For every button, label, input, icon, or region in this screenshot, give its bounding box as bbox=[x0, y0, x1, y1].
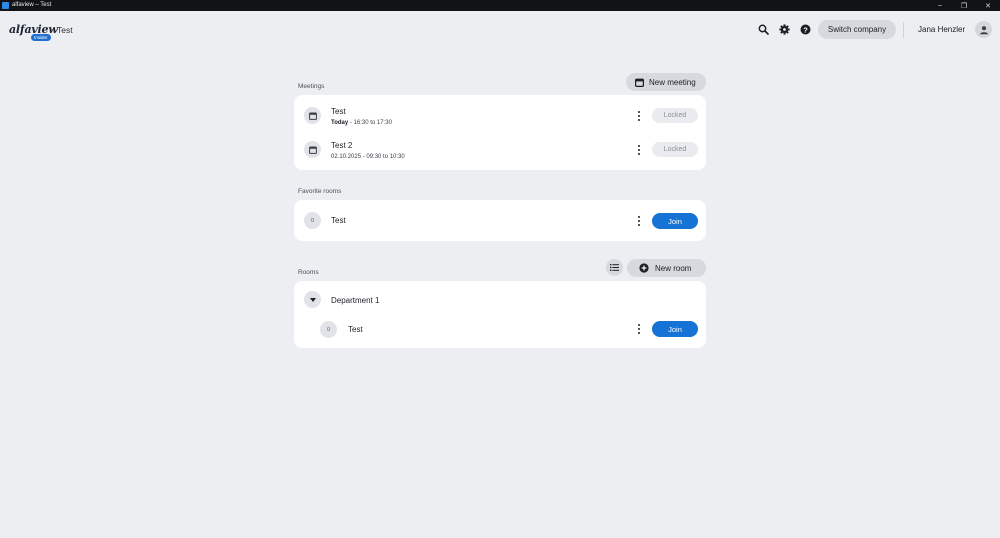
meeting-row[interactable]: Test 2 02.10.2025 - 09:30 to 10:30 Locke… bbox=[294, 132, 706, 170]
room-row[interactable]: 0 Test Join bbox=[294, 200, 706, 241]
meeting-title: Test bbox=[331, 107, 346, 116]
help-icon[interactable]: ? bbox=[799, 23, 811, 35]
avatar[interactable] bbox=[975, 21, 992, 38]
plus-circle-icon bbox=[639, 263, 649, 273]
user-name[interactable]: Jana Henzler bbox=[918, 25, 965, 34]
more-options-icon[interactable] bbox=[636, 323, 642, 335]
app-header: alfaview Insider Test ? Switch company J… bbox=[0, 11, 1000, 49]
participant-count-badge: 0 bbox=[304, 212, 321, 229]
locked-button: Locked bbox=[652, 108, 698, 123]
calendar-icon bbox=[635, 78, 644, 87]
search-icon[interactable] bbox=[757, 23, 769, 35]
meeting-time: 02.10.2025 - 09:30 to 10:30 bbox=[331, 154, 405, 160]
room-group-name: Department 1 bbox=[331, 296, 380, 305]
new-room-button[interactable]: New room bbox=[627, 259, 706, 277]
svg-text:?: ? bbox=[803, 25, 808, 34]
window-title: alfaview – Test bbox=[12, 2, 52, 8]
room-name: Test bbox=[348, 325, 363, 334]
window-controls: – ❐ ✕ bbox=[928, 0, 1000, 11]
room-row[interactable]: 0 Test Join bbox=[294, 318, 706, 348]
switch-company-button[interactable]: Switch company bbox=[818, 20, 896, 39]
join-button[interactable]: Join bbox=[652, 321, 698, 337]
insider-badge: Insider bbox=[31, 34, 51, 41]
calendar-icon bbox=[304, 141, 321, 158]
chevron-down-icon[interactable] bbox=[304, 291, 321, 308]
favorite-rooms-card: 0 Test Join bbox=[294, 200, 706, 241]
meetings-card: Test Today - 16:30 to 17:30 Locked Test … bbox=[294, 95, 706, 170]
meeting-row[interactable]: Test Today - 16:30 to 17:30 Locked bbox=[294, 95, 706, 132]
header-divider bbox=[903, 22, 904, 38]
room-name: Test bbox=[331, 216, 346, 225]
user-icon bbox=[979, 25, 988, 34]
meetings-label: Meetings bbox=[298, 83, 325, 90]
more-options-icon[interactable] bbox=[636, 110, 642, 122]
rooms-card: Department 1 0 Test Join bbox=[294, 281, 706, 348]
list-icon bbox=[610, 264, 619, 271]
meeting-title: Test 2 bbox=[331, 141, 353, 150]
meeting-time: Today - 16:30 to 17:30 bbox=[331, 120, 392, 126]
join-button[interactable]: Join bbox=[652, 213, 698, 229]
room-group-header[interactable]: Department 1 bbox=[294, 281, 706, 318]
minimize-button[interactable]: – bbox=[928, 0, 952, 11]
new-room-label: New room bbox=[655, 263, 692, 273]
new-meeting-label: New meeting bbox=[649, 77, 696, 87]
maximize-button[interactable]: ❐ bbox=[952, 0, 976, 11]
tenant-name: Test bbox=[57, 25, 73, 35]
locked-button: Locked bbox=[652, 142, 698, 157]
window-titlebar: alfaview – Test – ❐ ✕ bbox=[0, 0, 1000, 11]
participant-count-badge: 0 bbox=[320, 321, 337, 338]
calendar-icon bbox=[304, 107, 321, 124]
gear-icon[interactable] bbox=[778, 23, 790, 35]
app-icon bbox=[2, 2, 9, 9]
new-meeting-button[interactable]: New meeting bbox=[626, 73, 706, 91]
favorite-rooms-label: Favorite rooms bbox=[298, 188, 342, 195]
rooms-label: Rooms bbox=[298, 269, 319, 276]
more-options-icon[interactable] bbox=[636, 215, 642, 227]
list-view-button[interactable] bbox=[606, 259, 623, 276]
close-window-button[interactable]: ✕ bbox=[976, 0, 1000, 11]
more-options-icon[interactable] bbox=[636, 144, 642, 156]
